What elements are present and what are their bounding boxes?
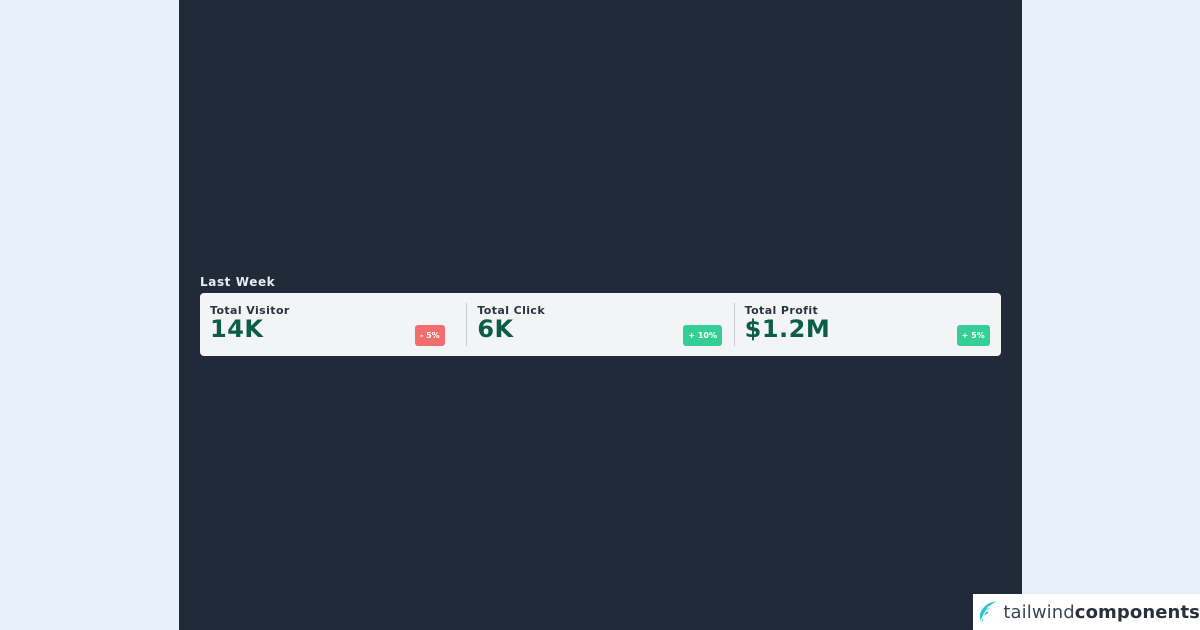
brand-text-bold: components xyxy=(1074,601,1200,623)
preview-frame: Last Week Total Visitor 14K - 5% Total C… xyxy=(179,0,1022,630)
stat-total-visitor: Total Visitor 14K - 5% xyxy=(200,303,466,346)
change-badge: + 5% xyxy=(956,325,990,346)
feather-logo-icon xyxy=(979,601,996,622)
stat-total-click: Total Click 6K + 10% xyxy=(466,303,733,346)
change-badge: - 5% xyxy=(415,325,445,346)
brand-text-light: tailwind xyxy=(1003,601,1075,623)
stat-value: 14K xyxy=(210,315,264,343)
section-title: Last Week xyxy=(200,275,276,289)
tailwindcomponents-brand[interactable]: tailwindcomponents xyxy=(973,594,1200,630)
stats-card: Total Visitor 14K - 5% Total Click 6K + … xyxy=(200,293,1001,356)
change-badge: + 10% xyxy=(683,325,722,346)
stat-value: $1.2M xyxy=(744,315,831,343)
stat-total-profit: Total Profit $1.2M + 5% xyxy=(733,303,1001,346)
brand-wordmark: tailwindcomponents xyxy=(1003,602,1200,623)
stat-value: 6K xyxy=(477,315,514,343)
